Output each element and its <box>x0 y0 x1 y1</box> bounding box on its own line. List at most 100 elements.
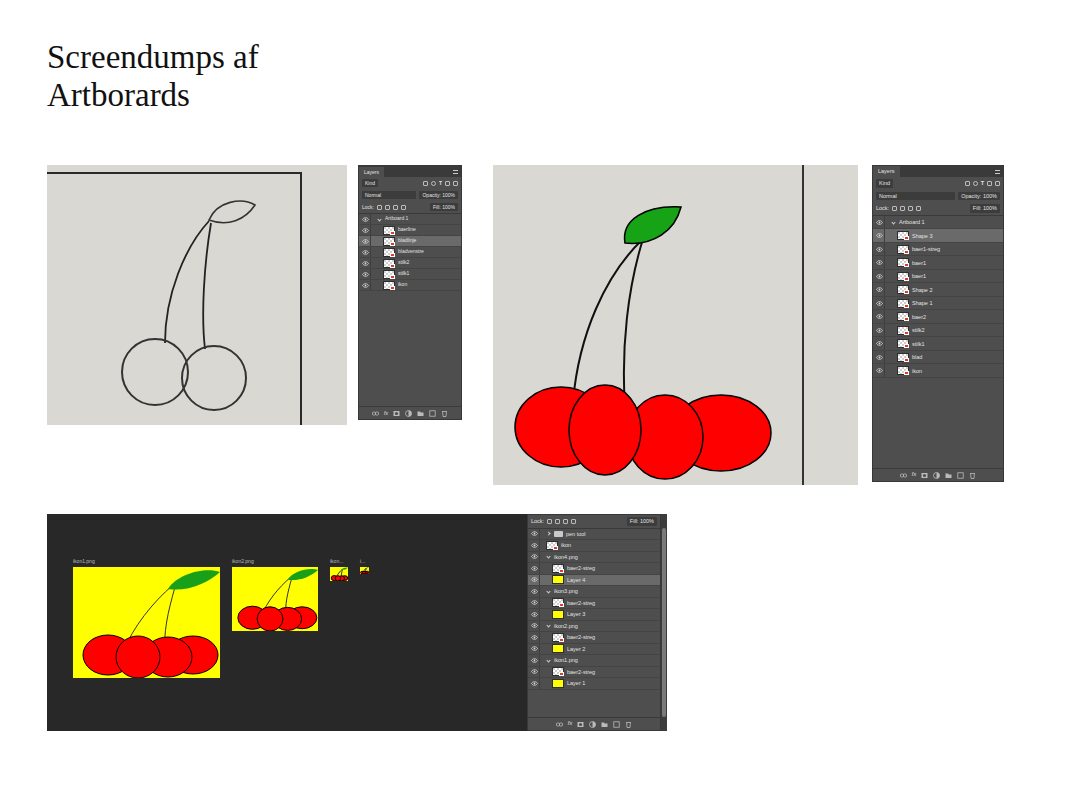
new-layer-icon[interactable] <box>613 721 620 728</box>
layer-row[interactable]: Layer 3 <box>528 609 660 621</box>
layer-row[interactable]: ikon2.png <box>528 621 660 633</box>
expand-chevron-icon[interactable] <box>546 555 550 559</box>
layer-row[interactable]: stilk1 <box>359 269 461 280</box>
layer-row[interactable]: Artboard 1 <box>873 216 1003 230</box>
visibility-toggle[interactable] <box>530 678 540 689</box>
artboard[interactable]: ikon2.png <box>232 558 318 631</box>
lock-all-icon[interactable] <box>571 519 576 524</box>
visibility-toggle[interactable] <box>361 225 371 235</box>
link-icon[interactable] <box>372 410 379 417</box>
opacity-field[interactable]: Opacity: 100% <box>958 192 1000 201</box>
trash-icon[interactable] <box>625 721 632 728</box>
visibility-toggle[interactable] <box>530 598 540 609</box>
visibility-toggle[interactable] <box>875 337 885 350</box>
effects-button[interactable]: fx <box>384 411 388 416</box>
layer-row[interactable]: baer1 <box>873 270 1003 284</box>
panel-menu-icon[interactable] <box>453 170 458 174</box>
filter-kind-field[interactable]: Kind <box>876 179 893 188</box>
smart-filter-icon[interactable] <box>453 181 458 186</box>
artboard[interactable]: ikon1.png <box>73 558 220 678</box>
artboard[interactable]: i... <box>360 558 369 574</box>
folder-icon[interactable] <box>417 410 424 417</box>
type-filter[interactable]: T <box>981 181 984 187</box>
mask-icon[interactable] <box>577 721 584 728</box>
layer-row[interactable]: baer2-streg <box>528 667 660 679</box>
artboard[interactable]: ikon... <box>330 558 348 581</box>
visibility-toggle[interactable] <box>530 644 540 655</box>
panel-menu-icon[interactable] <box>995 170 1000 174</box>
visibility-toggle[interactable] <box>875 297 885 310</box>
visibility-toggle[interactable] <box>530 586 540 597</box>
expand-chevron-icon[interactable] <box>891 220 895 224</box>
layers-tab[interactable]: Layers <box>873 166 900 177</box>
layer-row[interactable]: ikon <box>359 280 461 291</box>
visibility-toggle[interactable] <box>875 229 885 242</box>
layer-row[interactable]: bladvenstre <box>359 247 461 258</box>
folder-icon[interactable] <box>601 721 608 728</box>
visibility-toggle[interactable] <box>530 655 540 666</box>
lock-all-icon[interactable] <box>916 206 921 211</box>
layer-row[interactable]: baer2 <box>873 310 1003 324</box>
layer-row[interactable]: ikon4.png <box>528 552 660 564</box>
visibility-toggle[interactable] <box>875 256 885 269</box>
expand-chevron-icon[interactable] <box>546 624 550 628</box>
visibility-toggle[interactable] <box>530 575 540 586</box>
layer-row[interactable]: Shape 1 <box>873 297 1003 311</box>
pixel-filter-icon[interactable] <box>965 181 970 186</box>
adjustment-icon[interactable] <box>405 410 412 417</box>
lock-pixels-icon[interactable] <box>377 205 382 210</box>
pixel-filter-icon[interactable] <box>423 181 428 186</box>
type-filter[interactable]: T <box>439 181 442 186</box>
visibility-toggle[interactable] <box>361 247 371 257</box>
layer-row[interactable]: baer2-streg <box>528 598 660 610</box>
layers-tab[interactable]: Layers <box>359 167 384 177</box>
visibility-toggle[interactable] <box>530 540 540 551</box>
lock-all-icon[interactable] <box>401 205 406 210</box>
layer-row[interactable]: ikon <box>873 364 1003 378</box>
visibility-toggle[interactable] <box>530 563 540 574</box>
layer-row[interactable]: baer1-streg <box>873 243 1003 257</box>
effects-button[interactable]: fx <box>568 721 572 727</box>
layer-row[interactable]: blad <box>873 351 1003 365</box>
mask-icon[interactable] <box>921 472 928 479</box>
adjustment-icon[interactable] <box>933 472 940 479</box>
visibility-toggle[interactable] <box>875 216 885 229</box>
layer-row[interactable]: pen tool <box>528 529 660 541</box>
visibility-toggle[interactable] <box>875 283 885 296</box>
layer-row[interactable]: ikon3.png <box>528 586 660 598</box>
adjustment-filter-icon[interactable] <box>973 181 978 186</box>
link-icon[interactable] <box>900 472 907 479</box>
scrollbar-thumb[interactable] <box>662 528 666 717</box>
blend-mode-field[interactable]: Normal <box>362 191 416 199</box>
expand-chevron-icon[interactable] <box>546 532 550 536</box>
expand-chevron-icon[interactable] <box>546 589 550 593</box>
layer-row[interactable]: baer1 <box>873 256 1003 270</box>
expand-chevron-icon[interactable] <box>546 658 550 662</box>
link-icon[interactable] <box>556 721 563 728</box>
adjustment-filter-icon[interactable] <box>431 181 436 186</box>
visibility-toggle[interactable] <box>530 667 540 678</box>
visibility-toggle[interactable] <box>875 270 885 283</box>
layer-row[interactable]: baer2-streg <box>528 632 660 644</box>
lock-move-icon[interactable] <box>563 519 568 524</box>
visibility-toggle[interactable] <box>361 280 371 290</box>
shape-filter-icon[interactable] <box>987 181 992 186</box>
layer-row[interactable]: ikon1.png <box>528 655 660 667</box>
layer-row[interactable]: Layer 1 <box>528 678 660 690</box>
visibility-toggle[interactable] <box>530 632 540 643</box>
layer-row[interactable]: Shape 2 <box>873 283 1003 297</box>
layer-row[interactable]: ikon <box>528 540 660 552</box>
visibility-toggle[interactable] <box>875 351 885 364</box>
folder-icon[interactable] <box>945 472 952 479</box>
visibility-toggle[interactable] <box>875 364 885 377</box>
layer-row[interactable]: stilk2 <box>359 258 461 269</box>
effects-button[interactable]: fx <box>912 472 916 478</box>
adjustment-icon[interactable] <box>589 721 596 728</box>
layer-row[interactable]: Layer 2 <box>528 644 660 656</box>
visibility-toggle[interactable] <box>361 236 371 246</box>
layer-row[interactable]: bladlinje <box>359 236 461 247</box>
smart-filter-icon[interactable] <box>995 181 1000 186</box>
new-layer-icon[interactable] <box>957 472 964 479</box>
visibility-toggle[interactable] <box>530 609 540 620</box>
layer-row[interactable]: baerline <box>359 225 461 236</box>
